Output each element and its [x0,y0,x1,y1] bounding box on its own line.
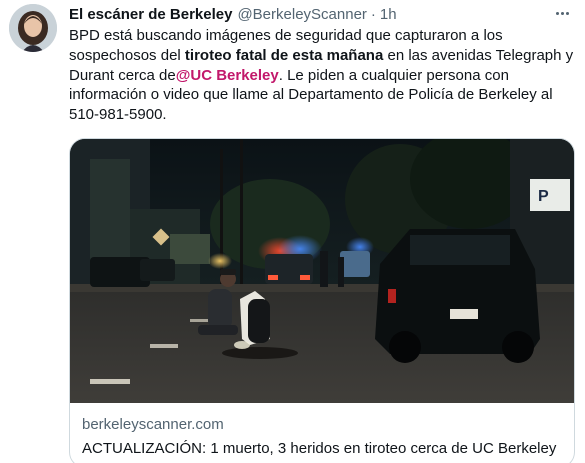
street-sign-text: P [538,188,549,205]
separator-dot: · [370,6,376,23]
tweet-header: El escáner de Berkeley @BerkeleyScanner … [69,5,397,25]
card-image[interactable]: P [70,139,574,403]
tweet-text-bold: tiroteo fatal de esta mañana [184,46,384,64]
avatar-photo [9,4,57,52]
news-photo: P [70,139,574,403]
display-name[interactable]: El escáner de Berkeley [69,5,232,25]
mention-link[interactable]: @UC Berkeley [176,67,279,84]
card-domain: berkeleyscanner.com [82,416,224,433]
tweet[interactable]: El escáner de Berkeley @BerkeleyScanner … [0,0,585,463]
card-title: ACTUALIZACIÓN: 1 muerto, 3 heridos en ti… [82,440,557,457]
tweet-text: BPD está buscando imágenes de seguridad … [69,26,579,125]
timestamp[interactable]: 1h [380,5,397,25]
card-info: berkeleyscanner.com ACTUALIZACIÓN: 1 mue… [82,415,562,459]
avatar[interactable] [9,4,57,52]
user-handle[interactable]: @BerkeleyScanner [237,5,366,25]
link-card[interactable]: P berkeleyscanner.com ACTUALIZACIÓN: 1 m… [69,138,575,463]
more-horizontal-icon[interactable] [550,3,574,23]
